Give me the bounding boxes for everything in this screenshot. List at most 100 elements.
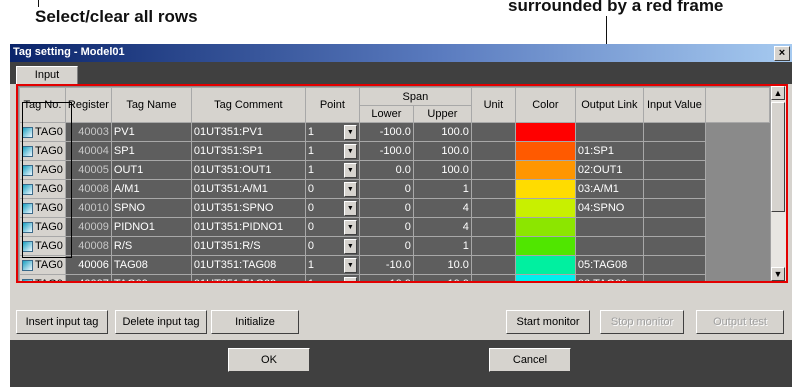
output-test-button[interactable]: Output test (696, 310, 784, 334)
point-cell[interactable]: 1▼ (304, 274, 360, 281)
tag-name-cell[interactable]: PIDNO1 (110, 217, 192, 237)
span-upper-cell[interactable]: 1 (412, 236, 472, 256)
tag-name-cell[interactable]: SP1 (110, 141, 192, 161)
span-lower-cell[interactable]: -100.0 (358, 141, 414, 161)
tag-comment-cell[interactable]: 01UT351:OUT1 (190, 160, 306, 180)
column-header-input-value[interactable]: Input Value (642, 87, 706, 123)
span-upper-cell[interactable]: 100.0 (412, 122, 472, 142)
close-icon[interactable]: × (774, 46, 790, 61)
color-swatch-cell[interactable] (514, 217, 576, 237)
tag-comment-cell[interactable]: 01UT351:SPNO (190, 198, 306, 218)
span-upper-cell[interactable]: 1 (412, 179, 472, 199)
unit-cell[interactable] (470, 274, 516, 281)
unit-cell[interactable] (470, 217, 516, 237)
span-lower-cell[interactable]: 0 (358, 198, 414, 218)
chevron-down-icon[interactable]: ▼ (343, 219, 357, 235)
point-cell[interactable]: 1▼ (304, 122, 360, 142)
unit-cell[interactable] (470, 236, 516, 256)
chevron-down-icon[interactable]: ▼ (343, 238, 357, 254)
point-cell[interactable]: 0 ▼ (304, 217, 360, 237)
ok-button[interactable]: OK (228, 348, 310, 372)
table-row[interactable]: TAG0 40009 PIDNO1 01UT351:PIDNO1 0 ▼ 0 4 (19, 217, 770, 237)
stop-monitor-button[interactable]: Stop monitor (600, 310, 684, 334)
register-cell[interactable]: 40006 (64, 255, 112, 275)
tag-comment-cell[interactable]: 01UT351:PV1 (190, 122, 306, 142)
insert-input-tag-button[interactable]: Insert input tag (16, 310, 108, 334)
point-cell[interactable]: 0 ▼ (304, 236, 360, 256)
point-cell[interactable]: 1▼ (304, 160, 360, 180)
chevron-down-icon[interactable]: ▼ (343, 257, 357, 273)
register-cell[interactable]: 40003 (64, 122, 112, 142)
chevron-down-icon[interactable]: ▼ (343, 143, 357, 159)
table-row[interactable]: TAG0 40008 R/S 01UT351:R/S 0 ▼ 0 1 (19, 236, 770, 256)
tag-comment-cell[interactable]: 01UT351:TAG09 (190, 274, 306, 281)
span-upper-cell[interactable]: 10.0 (412, 255, 472, 275)
span-upper-cell[interactable]: 4 (412, 217, 472, 237)
column-header-unit[interactable]: Unit (470, 87, 516, 123)
tag-comment-cell[interactable]: 01UT351:SP1 (190, 141, 306, 161)
output-link-cell[interactable]: 03:A/M1 (574, 179, 644, 199)
column-header-tag-comment[interactable]: Tag Comment (190, 87, 306, 123)
column-header-tag-name[interactable]: Tag Name (110, 87, 192, 123)
column-header-lower[interactable]: Lower (358, 105, 414, 123)
tag-comment-cell[interactable]: 01UT351:PIDNO1 (190, 217, 306, 237)
point-cell[interactable]: 0 ▼ (304, 179, 360, 199)
unit-cell[interactable] (470, 122, 516, 142)
span-upper-cell[interactable]: 10.0 (412, 274, 472, 281)
color-swatch-cell[interactable] (514, 274, 576, 281)
tag-name-cell[interactable]: SPNO (110, 198, 192, 218)
table-row[interactable]: TAG0 40005 OUT1 01UT351:OUT1 1 ▼ 0.0 100.0 02:OU… (19, 160, 770, 180)
unit-cell[interactable] (470, 255, 516, 275)
span-lower-cell[interactable]: 0 (358, 236, 414, 256)
span-lower-cell[interactable]: 0.0 (358, 160, 414, 180)
unit-cell[interactable] (470, 160, 516, 180)
cancel-button[interactable]: Cancel (489, 348, 571, 372)
point-cell[interactable]: 1▼ (304, 141, 360, 161)
tag-no-cell[interactable]: TAG0 (19, 255, 66, 275)
color-swatch-cell[interactable] (514, 198, 576, 218)
tag-comment-cell[interactable]: 01UT351:A/M1 (190, 179, 306, 199)
point-cell[interactable]: 1▼ (304, 255, 360, 275)
tag-name-cell[interactable]: TAG09 (110, 274, 192, 281)
output-link-cell[interactable] (574, 236, 644, 256)
span-upper-cell[interactable]: 4 (412, 198, 472, 218)
tag-no-cell[interactable]: TAG0 (19, 274, 66, 281)
table-row[interactable]: TAG040007TAG0901UT351:TAG091▼-10.010.006… (19, 274, 770, 281)
span-lower-cell[interactable]: -10.0 (358, 255, 414, 275)
column-header-point[interactable]: Point (304, 87, 360, 123)
output-link-cell[interactable]: 02:OUT1 (574, 160, 644, 180)
point-cell[interactable]: 0 ▼ (304, 198, 360, 218)
color-swatch-cell[interactable] (514, 179, 576, 199)
tag-name-cell[interactable]: OUT1 (110, 160, 192, 180)
chevron-down-icon[interactable]: ▼ (343, 181, 357, 197)
chevron-down-icon[interactable]: ▼ (343, 276, 357, 281)
span-lower-cell[interactable]: -100.0 (358, 122, 414, 142)
output-link-cell[interactable]: 06:TAG09 (574, 274, 644, 281)
color-swatch-cell[interactable] (514, 236, 576, 256)
chevron-down-icon[interactable]: ▼ (343, 200, 357, 216)
vertical-scrollbar[interactable]: ▲ ▼ (770, 86, 786, 281)
register-cell[interactable]: 40009 (64, 217, 112, 237)
scroll-thumb[interactable] (771, 102, 785, 212)
register-cell[interactable]: 40007 (64, 274, 112, 281)
table-row[interactable]: TAG0 40004 SP1 01UT351:SP1 1 ▼ -100.0 100.0 01:S… (19, 141, 770, 161)
unit-cell[interactable] (470, 141, 516, 161)
output-link-cell[interactable]: 04:SPNO (574, 198, 644, 218)
table-row[interactable]: TAG0 40010 SPNO 01UT351:SPNO 0 ▼ 0 4 04:SPNO (19, 198, 770, 218)
register-cell[interactable]: 40004 (64, 141, 112, 161)
tab-input[interactable]: Input (16, 66, 78, 86)
register-cell[interactable]: 40010 (64, 198, 112, 218)
register-cell[interactable]: 40008 (64, 179, 112, 199)
tag-comment-cell[interactable]: 01UT351:TAG08 (190, 255, 306, 275)
output-link-cell[interactable] (574, 122, 644, 142)
scroll-up-icon[interactable]: ▲ (771, 86, 785, 100)
table-row[interactable]: TAG0 40003 PV1 01UT351:PV1 1 ▼ -100.0 100.0 (19, 122, 770, 142)
column-header-register[interactable]: Register (64, 87, 112, 123)
table-row[interactable]: TAG0 40008 A/M1 01UT351:A/M1 0 ▼ 0 1 03:A/M1 (19, 179, 770, 199)
color-swatch-cell[interactable] (514, 255, 576, 275)
tag-name-cell[interactable]: R/S (110, 236, 192, 256)
initialize-button[interactable]: Initialize (211, 310, 299, 334)
output-link-cell[interactable] (574, 217, 644, 237)
scroll-down-icon[interactable]: ▼ (771, 267, 785, 281)
color-swatch-cell[interactable] (514, 141, 576, 161)
